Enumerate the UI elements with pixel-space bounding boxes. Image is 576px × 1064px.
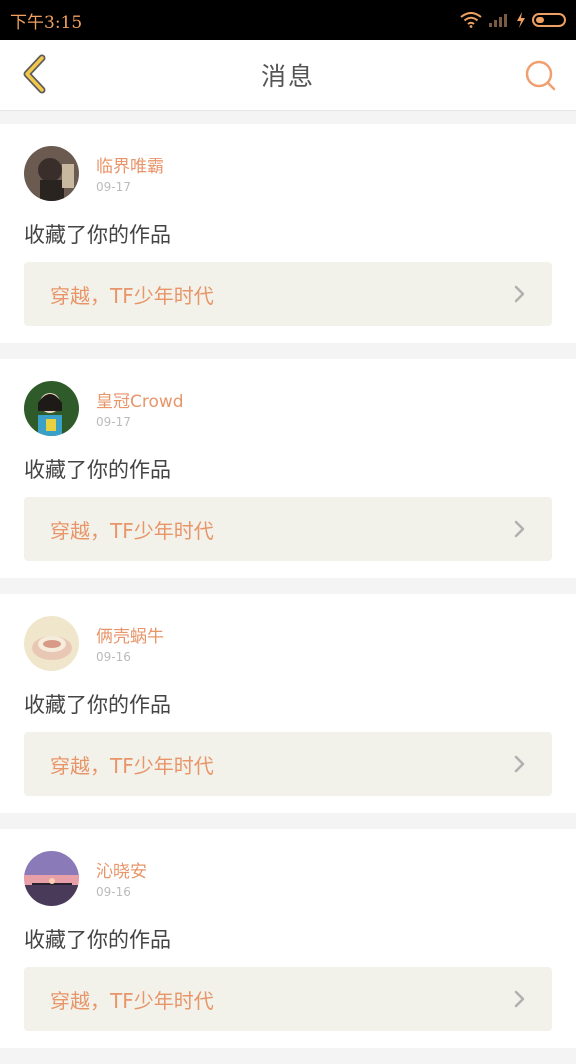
action-text: 收藏了你的作品 <box>24 693 171 717</box>
charging-icon <box>517 12 525 28</box>
message-card: 临界唯霸 09-17 收藏了你的作品 穿越，TF少年时代 <box>0 124 576 343</box>
wifi-icon <box>460 12 482 28</box>
message-list: 临界唯霸 09-17 收藏了你的作品 穿越，TF少年时代 皇冠Crowd 09-… <box>0 124 576 1064</box>
message-date: 09-17 <box>96 180 131 194</box>
status-icons <box>460 12 566 28</box>
back-button[interactable] <box>14 54 54 94</box>
status-bar: 下午3:15 <box>0 0 576 40</box>
work-title: 穿越，TF少年时代 <box>50 753 214 778</box>
chevron-right-icon <box>514 990 525 1008</box>
action-text: 收藏了你的作品 <box>24 223 171 247</box>
search-button[interactable] <box>522 57 558 93</box>
chevron-right-icon <box>514 520 525 538</box>
chevron-right-icon <box>514 285 525 303</box>
signal-icon <box>489 14 507 27</box>
user-name[interactable]: 临界唯霸 <box>96 152 164 177</box>
work-title: 穿越，TF少年时代 <box>50 518 214 543</box>
user-name[interactable]: 沁晓安 <box>96 857 147 882</box>
search-icon <box>525 60 556 91</box>
action-text: 收藏了你的作品 <box>24 458 171 482</box>
user-name[interactable]: 皇冠Crowd <box>96 387 184 412</box>
page-title: 消息 <box>260 62 315 91</box>
app-bar: 消息 <box>0 40 576 111</box>
work-title: 穿越，TF少年时代 <box>50 283 214 308</box>
avatar[interactable] <box>24 146 79 201</box>
battery-icon <box>532 13 566 27</box>
chevron-left-icon <box>23 54 46 94</box>
work-title: 穿越，TF少年时代 <box>50 988 214 1013</box>
user-name[interactable]: 俩壳蜗牛 <box>96 622 164 647</box>
work-link[interactable]: 穿越，TF少年时代 <box>24 262 552 326</box>
chevron-right-icon <box>514 755 525 773</box>
work-link[interactable]: 穿越，TF少年时代 <box>24 967 552 1031</box>
message-card: 皇冠Crowd 09-17 收藏了你的作品 穿越，TF少年时代 <box>0 359 576 578</box>
action-text: 收藏了你的作品 <box>24 928 171 952</box>
message-date: 09-16 <box>96 650 131 664</box>
status-time: 下午3:15 <box>10 12 83 33</box>
work-link[interactable]: 穿越，TF少年时代 <box>24 732 552 796</box>
message-date: 09-17 <box>96 415 131 429</box>
message-date: 09-16 <box>96 885 131 899</box>
message-card: 沁晓安 09-16 收藏了你的作品 穿越，TF少年时代 <box>0 829 576 1048</box>
message-card: 俩壳蜗牛 09-16 收藏了你的作品 穿越，TF少年时代 <box>0 594 576 813</box>
avatar[interactable] <box>24 851 79 906</box>
avatar[interactable] <box>24 381 79 436</box>
avatar[interactable] <box>24 616 79 671</box>
work-link[interactable]: 穿越，TF少年时代 <box>24 497 552 561</box>
